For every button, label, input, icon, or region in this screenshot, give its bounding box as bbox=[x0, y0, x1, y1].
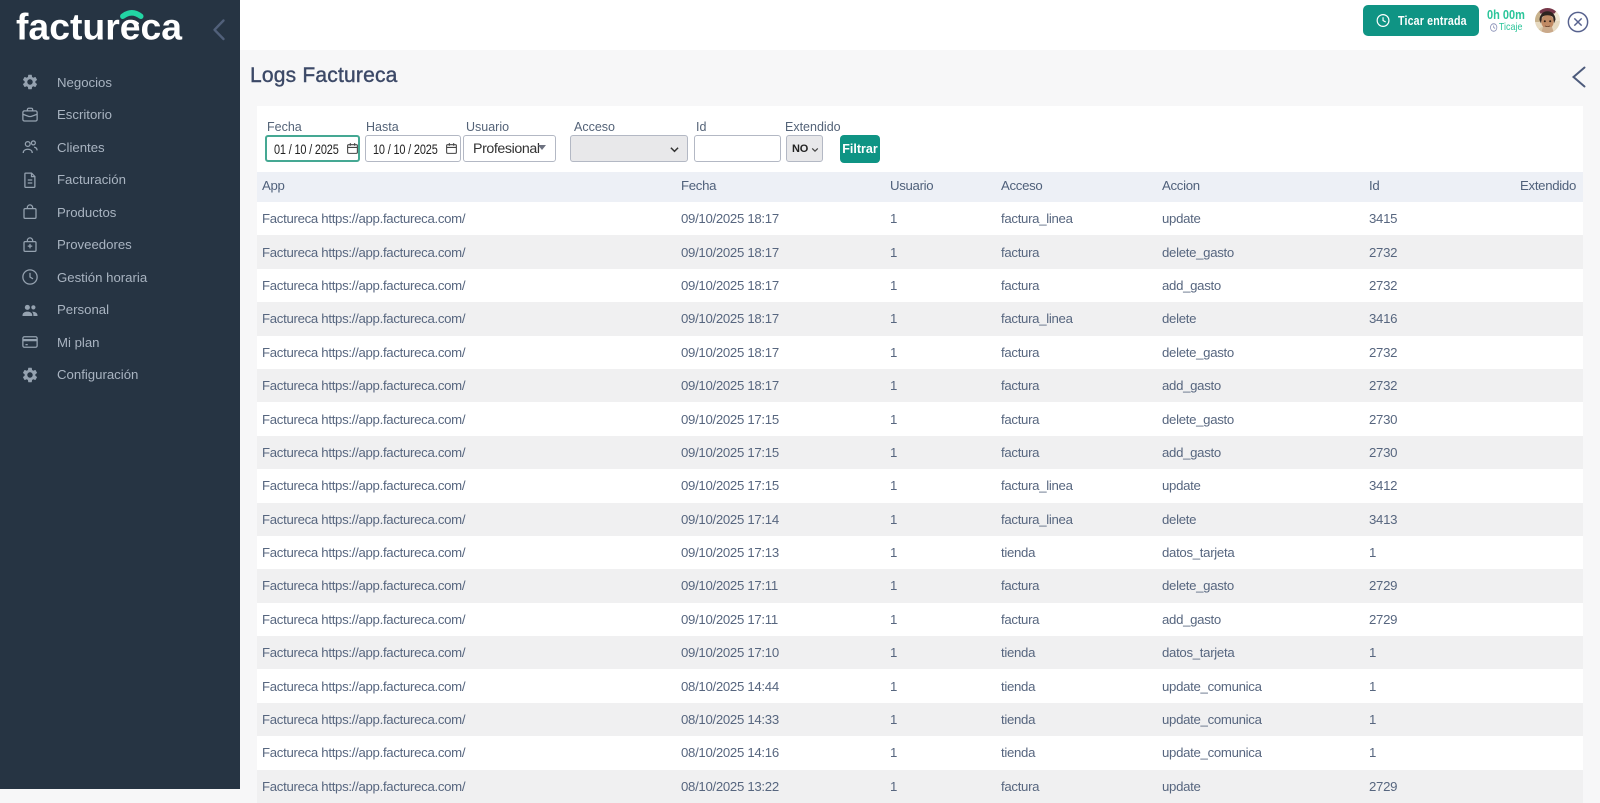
svg-text:factureca: factureca bbox=[16, 7, 182, 48]
